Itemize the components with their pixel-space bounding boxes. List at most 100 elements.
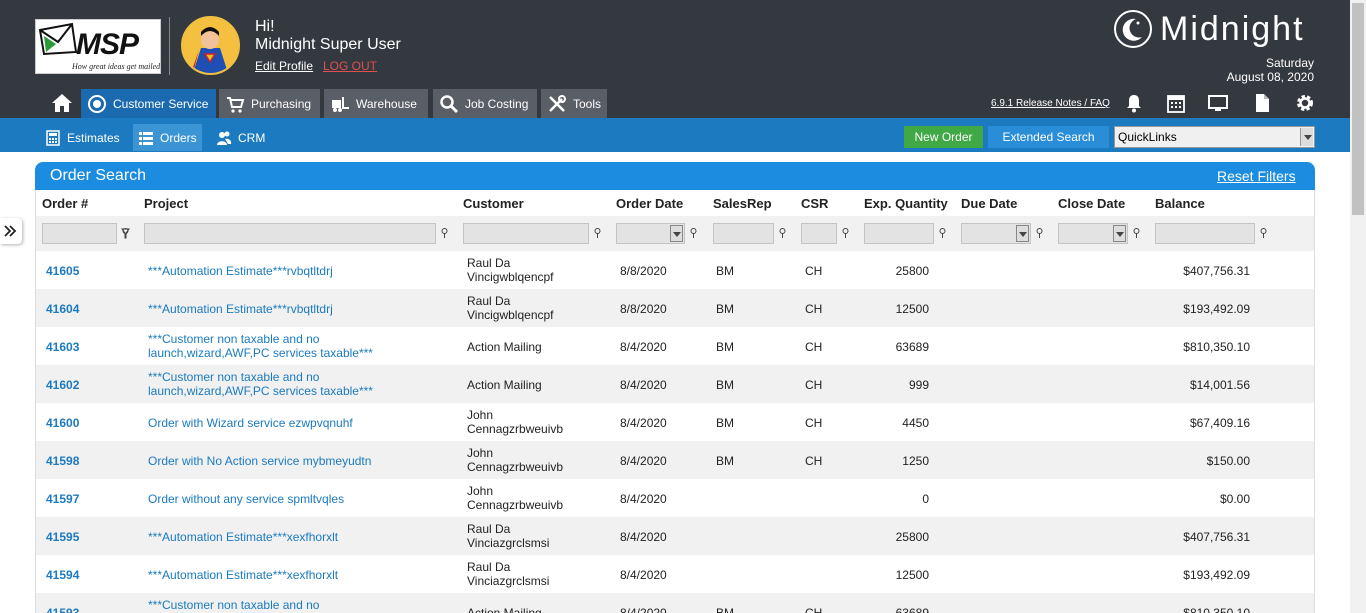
customer-name: John Cennagzrbweuivb	[467, 446, 563, 474]
project-link[interactable]: ***Automation Estimate***rvbqtltdrj	[148, 264, 333, 278]
chevron-down-icon	[1300, 128, 1313, 146]
tab-label: Tools	[572, 96, 601, 111]
subnav-orders[interactable]: Orders	[133, 124, 202, 151]
filter-icon[interactable]	[778, 228, 787, 239]
envelope-logo-icon	[38, 22, 78, 56]
double-chevron-right-icon	[4, 225, 17, 237]
order-number-link[interactable]: 41594	[46, 568, 79, 582]
order-number-link[interactable]: 41604	[46, 302, 79, 316]
subnav-label: Estimates	[67, 130, 120, 145]
order-number-link[interactable]: 41593	[46, 606, 79, 613]
quicklinks-select[interactable]: QuickLinks	[1114, 126, 1315, 148]
column-header-order-date[interactable]: Order Date	[616, 196, 683, 211]
column-header-salesrep[interactable]: SalesRep	[713, 196, 772, 211]
customer-name: Action Mailing	[467, 378, 542, 392]
order-number-link[interactable]: 41603	[46, 340, 79, 354]
msp-logo[interactable]: MSP How great ideas get mailed	[35, 19, 161, 74]
customer-line: Cennagzrbweuivb	[467, 498, 564, 512]
column-header-csr[interactable]: CSR	[801, 196, 828, 211]
project-link[interactable]: ***Customer non taxable and no launch,wiz…	[148, 370, 373, 398]
logout-link[interactable]: LOG OUT	[323, 59, 377, 73]
project-link[interactable]: ***Customer non taxable and no	[148, 598, 319, 612]
column-header-project[interactable]: Project	[144, 196, 188, 211]
order-number-link[interactable]: 41600	[46, 416, 79, 430]
filter-project-input[interactable]	[144, 223, 436, 244]
chevron-down-icon	[1016, 225, 1029, 242]
tab-warehouse[interactable]: Warehouse	[324, 89, 428, 118]
column-header-close-date[interactable]: Close Date	[1058, 196, 1125, 211]
salesrep: BM	[716, 302, 734, 316]
avatar[interactable]	[181, 16, 240, 75]
filter-order-input[interactable]	[42, 223, 117, 244]
csr: CH	[805, 606, 823, 613]
vertical-scrollbar[interactable]	[1350, 0, 1366, 613]
customer-name: Raul Da Vincigwblqencpf	[467, 294, 554, 322]
project-link[interactable]: Order with No Action service mybmeyudtn	[148, 454, 371, 468]
filter-icon[interactable]	[938, 228, 947, 239]
column-header-order[interactable]: Order #	[42, 196, 88, 211]
order-date: 8/8/2020	[620, 264, 667, 278]
magnify-icon	[440, 94, 459, 113]
reset-filters-link[interactable]: Reset Filters	[1217, 168, 1296, 184]
project-link[interactable]: ***Customer non taxable and no launch,wiz…	[148, 332, 373, 360]
column-header-customer[interactable]: Customer	[463, 196, 524, 211]
filter-order-date-select[interactable]	[616, 223, 685, 244]
filter-salesrep-input[interactable]	[713, 223, 774, 244]
calendar-icon[interactable]	[1166, 93, 1186, 113]
filter-icon[interactable]	[1259, 228, 1268, 239]
project-link[interactable]: ***Automation Estimate***rvbqtltdrj	[148, 302, 333, 316]
order-date: 8/4/2020	[620, 492, 667, 506]
expand-sidebar-button[interactable]	[0, 218, 22, 244]
subnav-label: CRM	[238, 130, 266, 145]
balance: $810,350.10	[1183, 606, 1250, 613]
order-number-link[interactable]: 41595	[46, 530, 79, 544]
tab-job-costing[interactable]: Job Costing	[433, 89, 537, 118]
tab-purchasing[interactable]: Purchasing	[219, 89, 320, 118]
customer-name: John Cennagzrbweuivb	[467, 484, 563, 512]
filter-icon[interactable]	[689, 228, 698, 239]
filter-icon[interactable]	[841, 228, 850, 239]
gear-icon[interactable]	[1295, 93, 1315, 113]
filter-csr-input[interactable]	[801, 223, 837, 244]
project-line: ***Automation Estimate***rvbqtltdrj	[148, 264, 333, 278]
filter-due-date-select[interactable]	[961, 223, 1031, 244]
extended-search-button[interactable]: Extended Search	[988, 126, 1109, 148]
column-header-exp-quantity[interactable]: Exp. Quantity	[864, 196, 948, 211]
filter-icon[interactable]	[1132, 228, 1141, 239]
filter-icon[interactable]	[121, 228, 130, 239]
subnav-estimates[interactable]: Estimates	[40, 124, 125, 151]
project-link[interactable]: ***Automation Estimate***xexfhorxlt	[148, 530, 338, 544]
filter-exp-quantity-input[interactable]	[864, 223, 934, 244]
project-link[interactable]: Order without any service spmltvqles	[148, 492, 344, 506]
salesrep: BM	[716, 264, 734, 278]
tab-customer-service[interactable]: Customer Service	[81, 89, 216, 118]
monitor-icon[interactable]	[1208, 93, 1228, 113]
filter-icon[interactable]	[440, 228, 449, 239]
subnav-crm[interactable]: CRM	[211, 124, 270, 151]
document-icon[interactable]	[1252, 93, 1272, 113]
column-header-balance[interactable]: Balance	[1155, 196, 1205, 211]
scrollbar-thumb[interactable]	[1352, 3, 1364, 215]
panel-title: Order Search	[50, 167, 147, 184]
order-number-link[interactable]: 41597	[46, 492, 79, 506]
filter-close-date-select[interactable]	[1058, 223, 1128, 244]
release-notes-link[interactable]: 6.9.1 Release Notes / FAQ	[991, 98, 1110, 109]
order-number-link[interactable]: 41602	[46, 378, 79, 392]
project-link[interactable]: ***Automation Estimate***xexfhorxlt	[148, 568, 338, 582]
new-order-button[interactable]: New Order	[904, 126, 983, 148]
filter-customer-input[interactable]	[463, 223, 589, 244]
column-header-due-date[interactable]: Due Date	[961, 196, 1017, 211]
home-icon[interactable]	[51, 93, 73, 113]
salesrep: BM	[716, 340, 734, 354]
project-link[interactable]: Order with Wizard service ezwpvqnuhf	[148, 416, 353, 430]
filter-balance-input[interactable]	[1155, 223, 1255, 244]
filter-icon[interactable]	[593, 228, 602, 239]
edit-profile-link[interactable]: Edit Profile	[255, 59, 313, 73]
balance: $67,409.16	[1189, 416, 1250, 430]
bell-icon[interactable]	[1124, 93, 1144, 113]
order-date: 8/4/2020	[620, 454, 667, 468]
order-number-link[interactable]: 41598	[46, 454, 79, 468]
filter-icon[interactable]	[1035, 228, 1044, 239]
order-number-link[interactable]: 41605	[46, 264, 79, 278]
tab-tools[interactable]: Tools	[541, 89, 607, 118]
